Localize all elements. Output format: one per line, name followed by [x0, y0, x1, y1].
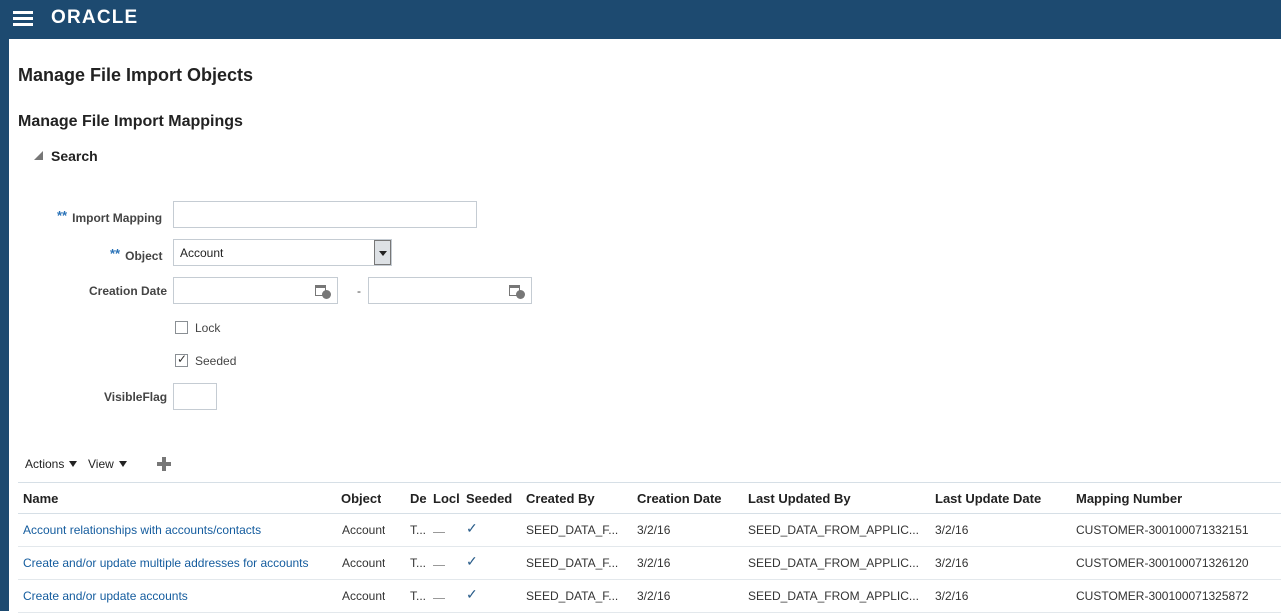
column-header-last-update-date[interactable]: Last Update Date: [935, 491, 1041, 506]
column-header-mapping-number[interactable]: Mapping Number: [1076, 491, 1182, 506]
mapping-number-cell: CUSTOMER-300100071325872: [1076, 589, 1249, 603]
last-updated-by-cell: SEED_DATA_FROM_APPLIC...: [748, 556, 919, 570]
creation-date-cell: 3/2/16: [637, 523, 671, 537]
seeded-check-icon: ✓: [466, 520, 478, 536]
lock-label: Lock: [195, 321, 221, 335]
mapping-number-cell: CUSTOMER-300100071326120: [1076, 556, 1249, 570]
required-marker: **: [57, 208, 68, 223]
oracle-logo[interactable]: ORACLE: [51, 7, 138, 29]
plus-icon[interactable]: [157, 457, 171, 471]
lock-cell: [433, 532, 445, 533]
import-mapping-input[interactable]: [173, 201, 477, 228]
left-border: [0, 39, 9, 611]
table-row[interactable]: Create and/or update accounts Account T.…: [18, 580, 1281, 613]
import-mapping-label: ** Import Mapping: [57, 208, 163, 225]
column-header-creation-date[interactable]: Creation Date: [637, 491, 722, 506]
menu-icon[interactable]: [13, 11, 33, 27]
created-by-cell: SEED_DATA_F...: [526, 523, 619, 537]
created-by-cell: SEED_DATA_F...: [526, 556, 619, 570]
search-disclosure[interactable]: Search: [34, 148, 98, 164]
object-cell: Account: [342, 556, 386, 570]
description-cell: T...: [410, 523, 427, 537]
visible-flag-input[interactable]: [173, 383, 217, 410]
creation-date-cell: 3/2/16: [637, 556, 671, 570]
seeded-check-icon: ✓: [466, 553, 478, 569]
creation-date-cell: 3/2/16: [637, 589, 671, 603]
table-header: Name Object De Locl Seeded Created By Cr…: [18, 482, 1281, 514]
column-header-seeded[interactable]: Seeded: [466, 491, 512, 506]
created-by-cell: SEED_DATA_F...: [526, 589, 619, 603]
last-update-date-cell: 3/2/16: [935, 523, 969, 537]
object-cell: Account: [342, 523, 386, 537]
mapping-name-link[interactable]: Create and/or update accounts: [23, 589, 188, 603]
caret-down-icon: [118, 461, 127, 467]
section-title: Manage File Import Mappings: [18, 113, 243, 130]
column-header-last-updated-by[interactable]: Last Updated By: [748, 491, 851, 506]
view-menu[interactable]: View: [88, 457, 127, 471]
mapping-name-link[interactable]: Create and/or update multiple addresses …: [23, 556, 309, 570]
last-updated-by-cell: SEED_DATA_FROM_APPLIC...: [748, 523, 919, 537]
lock-cell: [433, 565, 445, 566]
chevron-down-icon[interactable]: [374, 240, 391, 265]
required-marker: **: [110, 246, 121, 261]
seeded-checkbox[interactable]: [175, 352, 188, 367]
global-header: ORACLE: [0, 0, 1281, 39]
table-row[interactable]: Create and/or update multiple addresses …: [18, 547, 1281, 580]
calendar-icon[interactable]: [314, 283, 332, 300]
collapse-triangle-icon: [34, 151, 43, 160]
seeded-check-icon: ✓: [466, 586, 478, 602]
visible-flag-label: VisibleFlag: [104, 390, 168, 404]
object-select[interactable]: Account: [173, 239, 392, 266]
object-cell: Account: [342, 589, 386, 603]
lock-cell: [433, 598, 445, 599]
calendar-icon[interactable]: [508, 283, 526, 300]
actions-label: Actions: [25, 457, 65, 471]
creation-date-label: Creation Date: [89, 284, 168, 298]
actions-menu[interactable]: Actions: [25, 457, 78, 471]
last-update-date-cell: 3/2/16: [935, 589, 969, 603]
mapping-number-cell: CUSTOMER-300100071332151: [1076, 523, 1249, 537]
last-updated-by-cell: SEED_DATA_FROM_APPLIC...: [748, 589, 919, 603]
object-select-value: Account: [180, 246, 224, 260]
column-header-description[interactable]: De: [410, 491, 430, 506]
column-header-name[interactable]: Name: [23, 491, 58, 506]
column-header-created-by[interactable]: Created By: [526, 491, 595, 506]
column-header-object[interactable]: Object: [341, 491, 381, 506]
table-row[interactable]: Account relationships with accounts/cont…: [18, 514, 1281, 547]
lock-checkbox[interactable]: [175, 321, 188, 334]
last-update-date-cell: 3/2/16: [935, 556, 969, 570]
description-cell: T...: [410, 589, 427, 603]
seeded-label: Seeded: [195, 354, 237, 368]
search-label: Search: [51, 148, 98, 164]
object-label: ** Object: [110, 246, 163, 263]
mapping-name-link[interactable]: Account relationships with accounts/cont…: [23, 523, 261, 537]
page-title: Manage File Import Objects: [18, 65, 254, 85]
view-label: View: [88, 457, 114, 471]
column-header-lock[interactable]: Locl: [433, 491, 460, 506]
date-range-separator: -: [357, 284, 361, 298]
description-cell: T...: [410, 556, 427, 570]
caret-down-icon: [69, 461, 78, 467]
